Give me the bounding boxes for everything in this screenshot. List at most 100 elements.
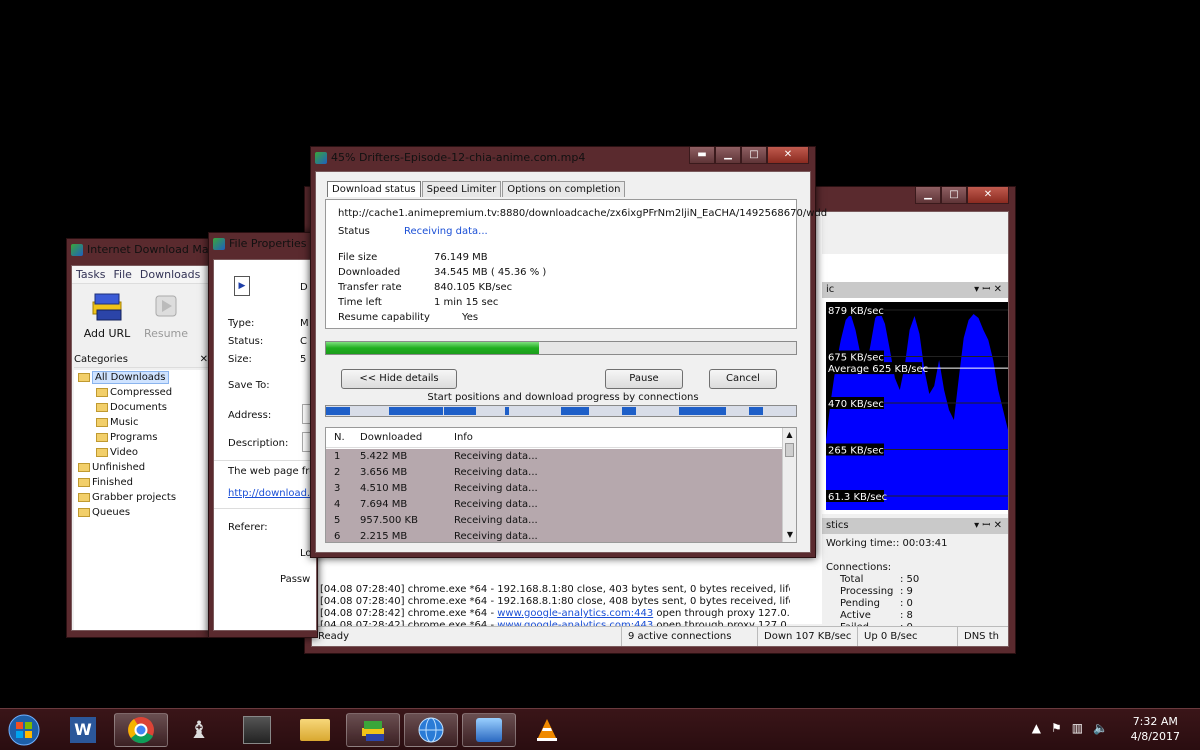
category-item-music[interactable]: Music: [74, 415, 214, 430]
add-url-icon: [92, 293, 122, 321]
clock[interactable]: 7:32 AM 4/8/2017: [1131, 714, 1180, 744]
stats-header: stics ▾ ꟷ ✕: [822, 518, 1008, 534]
start-button[interactable]: [2, 713, 46, 747]
stat-label: Connections:: [826, 562, 892, 573]
network-tray-icon[interactable]: ▥: [1072, 721, 1083, 735]
log-text: [04.08 07:28:40] chrome.exe *64 - 192.16…: [320, 596, 790, 607]
connection-row[interactable]: 2 3.656 MB Receiving data...: [326, 465, 782, 481]
col-downloaded[interactable]: Downloaded: [360, 428, 422, 448]
category-item-finished[interactable]: Finished: [74, 475, 214, 490]
taskbar-proxy[interactable]: [462, 713, 516, 747]
dialog-close-button[interactable]: ✕: [767, 147, 809, 164]
taskbar-idm[interactable]: [346, 713, 400, 747]
log-line: [04.08 07:28:40] chrome.exe *64 - 192.16…: [320, 584, 790, 596]
scroll-thumb[interactable]: [785, 443, 794, 457]
taskbar-explorer[interactable]: [288, 713, 342, 747]
connection-number: 1: [334, 451, 341, 462]
connection-number: 2: [334, 467, 341, 478]
dialog-maximize-button[interactable]: □: [741, 147, 767, 164]
dialog-title: 45% Drifters-Episode-12-chia-anime.com.m…: [331, 151, 586, 164]
fprops-titlebar[interactable]: File Properties: [209, 233, 317, 255]
log-line: [04.08 07:28:40] chrome.exe *64 - 192.16…: [320, 596, 790, 608]
action-center-icon[interactable]: ⚑: [1051, 721, 1062, 735]
taskbar-game[interactable]: [230, 713, 284, 747]
connection-info: Receiving data...: [454, 531, 538, 542]
taskbar-chess[interactable]: ♝: [172, 713, 226, 747]
fprops-title: File Properties: [229, 237, 307, 250]
connection-info: Receiving data...: [454, 515, 538, 526]
main-title: Internet Download Mar: [87, 243, 214, 256]
taskbar-word[interactable]: W: [56, 713, 110, 747]
categories-close-icon[interactable]: ✕: [200, 352, 208, 368]
connection-row[interactable]: 3 4.510 MB Receiving data...: [326, 481, 782, 497]
dialog-to-tray-button[interactable]: ▬: [689, 147, 715, 164]
file-properties-window: File Properties ▶ D Type: M Status: C Si…: [208, 232, 318, 638]
graph-speed-label: 265 KB/sec: [828, 446, 884, 457]
field-value: 34.545 MB ( 45.36 % ): [434, 267, 547, 278]
stats-panel-controls[interactable]: ▾ ꟷ ✕: [974, 518, 1002, 534]
category-item-all-downloads[interactable]: All Downloads: [74, 370, 214, 385]
category-item-grabber-projects[interactable]: Grabber projects: [74, 490, 214, 505]
resume-button[interactable]: Resume: [140, 288, 192, 344]
connection-downloaded: 3.656 MB: [360, 467, 408, 478]
category-item-compressed[interactable]: Compressed: [74, 385, 214, 400]
category-item-programs[interactable]: Programs: [74, 430, 214, 445]
menu-item-downloads[interactable]: Downloads: [136, 266, 204, 283]
taskbar-network[interactable]: [404, 713, 458, 747]
scroll-up-arrow[interactable]: ▲: [783, 428, 796, 442]
log-link[interactable]: www.google-analytics.com:443: [497, 608, 653, 619]
dialog-minimize-button[interactable]: ▁: [715, 147, 741, 164]
graph-panel-controls[interactable]: ▾ ꟷ ✕: [974, 282, 1002, 298]
folder-icon: [300, 719, 330, 741]
download-dialog: 45% Drifters-Episode-12-chia-anime.com.m…: [310, 146, 827, 558]
taskbar-vlc[interactable]: [520, 713, 574, 747]
volume-icon[interactable]: 🔈: [1093, 721, 1108, 735]
close-button[interactable]: ✕: [967, 187, 1009, 204]
category-item-documents[interactable]: Documents: [74, 400, 214, 415]
connection-downloaded: 957.500 KB: [360, 515, 418, 526]
download-url: http://cache1.animepremium.tv:8880/downl…: [338, 208, 828, 219]
status-bar: Ready 9 active connections Down 107 KB/s…: [312, 626, 1008, 646]
log-text-tail: open through proxy 127.0.0.1:1080 S: [656, 608, 790, 619]
category-item-queues[interactable]: Queues: [74, 505, 214, 520]
stat-row: [826, 550, 1006, 562]
connection-row[interactable]: 1 5.422 MB Receiving data...: [326, 449, 782, 465]
status-label: Status:: [228, 336, 264, 347]
col-info[interactable]: Info: [454, 428, 473, 448]
stat-row: Active: 8: [826, 610, 1006, 622]
folder-icon: [96, 403, 108, 412]
category-item-unfinished[interactable]: Unfinished: [74, 460, 214, 475]
connection-number: 3: [334, 483, 341, 494]
file-type-icon: ▶: [234, 276, 250, 296]
connection-row[interactable]: 4 7.694 MB Receiving data...: [326, 497, 782, 513]
connection-row[interactable]: 6 2.215 MB Receiving data...: [326, 529, 782, 542]
menu-item-file[interactable]: File: [109, 266, 135, 283]
field-label: Resume capability: [338, 312, 430, 323]
tab-speed-limiter[interactable]: Speed Limiter: [421, 181, 502, 197]
web-page-link[interactable]: http://download.a: [228, 488, 316, 499]
add-url-button[interactable]: Add URL: [78, 288, 136, 344]
tab-options-on-completion[interactable]: Options on completion: [502, 181, 626, 197]
connection-row[interactable]: 5 957.500 KB Receiving data...: [326, 513, 782, 529]
field-label: File size: [338, 252, 378, 263]
graph-speed-label: 470 KB/sec: [828, 399, 884, 410]
taskbar-chrome[interactable]: [114, 713, 168, 747]
main-titlebar[interactable]: Internet Download Mar: [67, 239, 215, 261]
address-label: Address:: [228, 410, 272, 421]
maximize-button[interactable]: □: [941, 187, 967, 204]
scroll-down-arrow[interactable]: ▼: [783, 528, 796, 542]
show-hidden-icons-icon[interactable]: ▲: [1032, 721, 1041, 735]
tab-download-status[interactable]: Download status: [327, 181, 421, 197]
pause-button[interactable]: Pause: [605, 369, 683, 389]
menu-item-tasks[interactable]: Tasks: [72, 266, 109, 283]
stat-value: : 00:03:41: [896, 538, 948, 549]
connections-scrollbar[interactable]: ▲ ▼: [782, 428, 796, 542]
connection-segment: [749, 407, 764, 415]
minimize-button[interactable]: ▁: [915, 187, 941, 204]
dialog-tabs: Download status Speed Limiter Options on c…: [327, 181, 626, 197]
category-item-video[interactable]: Video: [74, 445, 214, 460]
col-n[interactable]: N.: [334, 428, 345, 448]
hide-details-button[interactable]: << Hide details: [341, 369, 457, 389]
cancel-button[interactable]: Cancel: [709, 369, 777, 389]
connection-segment: [326, 407, 350, 415]
